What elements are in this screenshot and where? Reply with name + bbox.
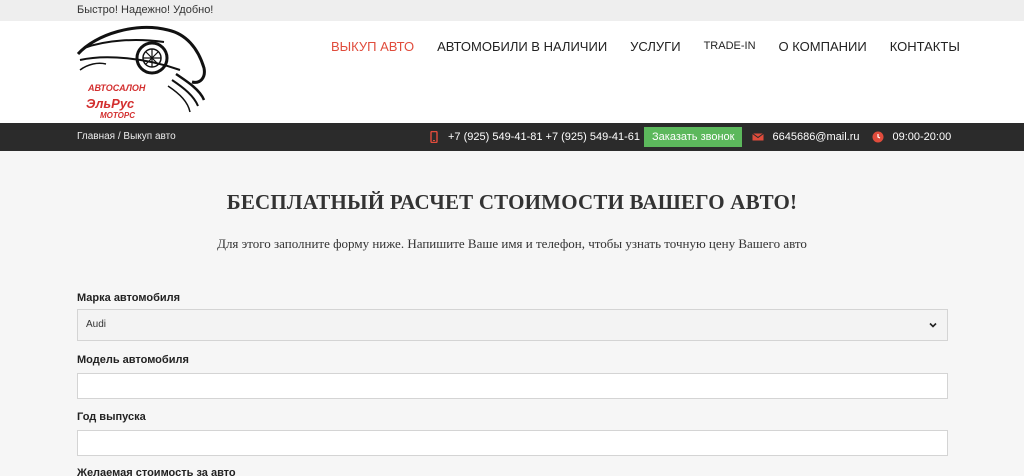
model-input[interactable]: [77, 373, 948, 399]
slogan-text: Быстро! Надежно! Удобно!: [77, 4, 214, 16]
contacts-strip: +7 (925) 549-41-81 +7 (925) 549-41-61 За…: [428, 127, 951, 147]
order-call-button[interactable]: Заказать звонок: [644, 127, 743, 147]
breadcrumb-current: Выкуп авто: [123, 131, 176, 142]
nav-item-o-kompanii[interactable]: О КОМПАНИИ: [779, 39, 867, 54]
nav-item-kontakty[interactable]: КОНТАКТЫ: [890, 39, 960, 54]
svg-text:АВТОСАЛОН: АВТОСАЛОН: [87, 83, 146, 93]
make-label: Марка автомобиля: [77, 292, 181, 304]
nav-item-uslugi[interactable]: УСЛУГИ: [630, 39, 680, 54]
page-title: БЕСПЛАТНЫЙ РАСЧЕТ СТОИМОСТИ ВАШЕГО АВТО!: [226, 190, 798, 214]
breadcrumb-separator: /: [117, 131, 121, 142]
main-content: БЕСПЛАТНЫЙ РАСЧЕТ СТОИМОСТИ ВАШЕГО АВТО!…: [0, 151, 1024, 476]
car-logo-icon: АВТОСАЛОН ЭльРус МОТОРС: [76, 26, 206, 120]
year-input[interactable]: [77, 430, 948, 456]
breadcrumb-home[interactable]: Главная: [77, 131, 115, 142]
model-label: Модель автомобиля: [77, 354, 189, 366]
clock-icon: [872, 131, 884, 143]
top-bar: Быстро! Надежно! Удобно!: [0, 0, 1024, 21]
logo[interactable]: АВТОСАЛОН ЭльРус МОТОРС: [76, 24, 208, 120]
phone-icon: [430, 131, 438, 143]
mail-icon: [752, 133, 765, 141]
site-header: АВТОСАЛОН ЭльРус МОТОРС ВЫКУП АВТО АВТОМ…: [0, 21, 1024, 123]
email-link[interactable]: 6645686@mail.ru: [772, 131, 859, 143]
phone-numbers[interactable]: +7 (925) 549-41-81 +7 (925) 549-41-61: [448, 131, 640, 143]
nav-item-avto-v-nalichii[interactable]: АВТОМОБИЛИ В НАЛИЧИИ: [437, 39, 607, 54]
year-label: Год выпуска: [77, 411, 146, 423]
nav-item-vykup[interactable]: ВЫКУП АВТО: [331, 39, 414, 54]
breadcrumb: Главная / Выкуп авто: [77, 131, 176, 142]
page-subtitle: Для этого заполните форму ниже. Напишите…: [217, 236, 807, 251]
main-nav: ВЫКУП АВТО АВТОМОБИЛИ В НАЛИЧИИ УСЛУГИ T…: [331, 39, 983, 54]
chevron-down-icon: [929, 322, 937, 328]
price-label: Желаемая стоимость за авто: [77, 467, 236, 476]
nav-item-trade-in[interactable]: TRADE-IN: [704, 39, 756, 54]
svg-text:МОТОРС: МОТОРС: [100, 111, 135, 120]
svg-text:ЭльРус: ЭльРус: [86, 96, 135, 111]
make-select[interactable]: Audi: [77, 309, 948, 341]
info-bar: Главная / Выкуп авто +7 (925) 549-41-81 …: [0, 123, 1024, 151]
working-hours: 09:00-20:00: [892, 131, 952, 143]
make-selected-value: Audi: [86, 319, 107, 330]
